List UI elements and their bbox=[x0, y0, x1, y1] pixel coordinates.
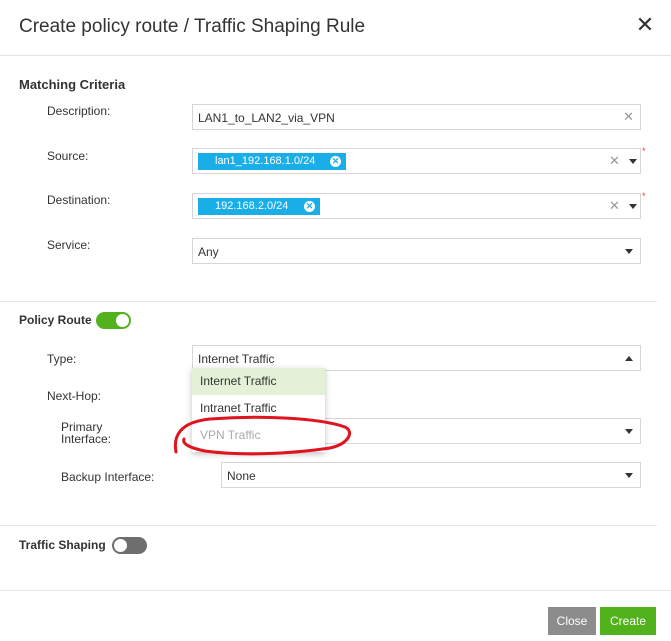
dialog-title: Create policy route / Traffic Shaping Ru… bbox=[19, 16, 366, 37]
destination-select[interactable]: 192.168.2.0/24 ✕ ✕ bbox=[192, 193, 641, 219]
traffic-shaping-heading: Traffic Shaping bbox=[19, 538, 106, 552]
toggle-knob bbox=[116, 314, 129, 327]
primary-interface-label-line2: Interface: bbox=[61, 432, 112, 446]
clear-icon[interactable]: ✕ bbox=[609, 198, 620, 214]
backup-interface-value: None bbox=[227, 469, 256, 483]
type-value: Internet Traffic bbox=[198, 352, 275, 366]
chevron-down-icon[interactable] bbox=[625, 429, 633, 434]
matching-criteria-heading: Matching Criteria bbox=[19, 77, 126, 92]
traffic-shaping-toggle[interactable] bbox=[112, 537, 147, 554]
service-value: Any bbox=[198, 245, 219, 259]
source-label: Source: bbox=[47, 149, 89, 163]
destination-chip: 192.168.2.0/24 ✕ bbox=[198, 198, 320, 215]
description-field[interactable]: LAN1_to_LAN2_via_VPN ✕ bbox=[192, 104, 641, 130]
chip-remove-icon[interactable]: ✕ bbox=[304, 201, 315, 212]
source-chip-label: lan1_192.168.1.0/24 bbox=[215, 155, 316, 167]
close-icon[interactable]: ✕ bbox=[635, 14, 655, 36]
source-chip: lan1_192.168.1.0/24 ✕ bbox=[198, 153, 346, 170]
backup-interface-select[interactable]: None bbox=[221, 462, 641, 488]
service-label: Service: bbox=[47, 238, 91, 252]
type-label: Type: bbox=[47, 352, 77, 366]
required-mark: * bbox=[642, 146, 646, 156]
section-divider bbox=[0, 301, 657, 302]
description-label: Description: bbox=[47, 104, 111, 118]
chevron-up-icon[interactable] bbox=[625, 356, 633, 361]
footer-divider bbox=[0, 590, 671, 591]
chevron-down-icon[interactable] bbox=[625, 473, 633, 478]
chevron-down-icon[interactable] bbox=[629, 204, 637, 209]
required-mark: * bbox=[642, 191, 646, 201]
backup-interface-label: Backup Interface: bbox=[61, 470, 155, 484]
chevron-down-icon[interactable] bbox=[625, 249, 633, 254]
source-select[interactable]: lan1_192.168.1.0/24 ✕ ✕ bbox=[192, 148, 641, 174]
chip-remove-icon[interactable]: ✕ bbox=[330, 156, 341, 167]
toggle-knob bbox=[114, 539, 127, 552]
next-hop-label: Next-Hop: bbox=[47, 389, 102, 403]
section-divider bbox=[0, 525, 657, 526]
close-button[interactable]: Close bbox=[548, 607, 596, 635]
service-select[interactable]: Any bbox=[192, 238, 641, 264]
destination-chip-label: 192.168.2.0/24 bbox=[215, 200, 289, 212]
annotation-circle bbox=[173, 415, 351, 456]
chevron-down-icon[interactable] bbox=[629, 159, 637, 164]
policy-route-heading: Policy Route bbox=[19, 313, 92, 327]
description-value: LAN1_to_LAN2_via_VPN bbox=[198, 111, 335, 125]
clear-icon[interactable]: ✕ bbox=[623, 109, 634, 125]
create-button[interactable]: Create bbox=[600, 607, 656, 635]
clear-icon[interactable]: ✕ bbox=[609, 153, 620, 169]
policy-route-toggle[interactable] bbox=[96, 312, 131, 329]
destination-label: Destination: bbox=[47, 193, 111, 207]
type-option-internet[interactable]: Internet Traffic bbox=[192, 368, 325, 395]
